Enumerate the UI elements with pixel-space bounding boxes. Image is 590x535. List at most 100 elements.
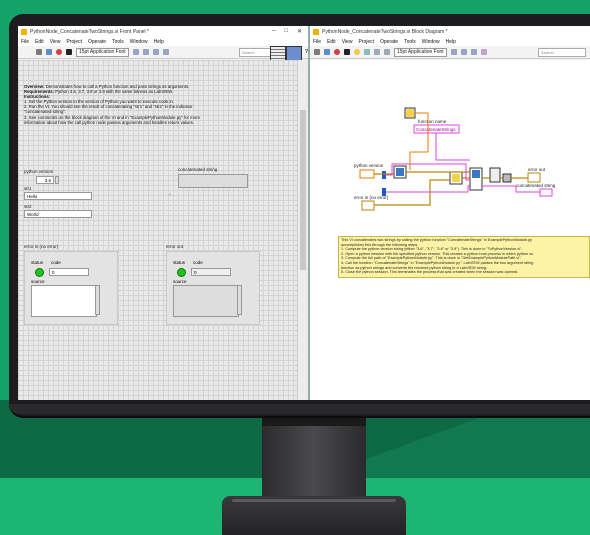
comment-line: 5. Close the python session. This termin… xyxy=(341,270,519,275)
step-into-icon[interactable] xyxy=(374,49,380,55)
menu-help[interactable]: Help xyxy=(446,39,456,45)
front-panel-description: Overview: Demonstrates how to call a Pyt… xyxy=(24,84,286,125)
search-input[interactable]: Search xyxy=(538,47,586,57)
python-logo-icon xyxy=(472,170,480,178)
distribute-icon[interactable] xyxy=(142,49,149,55)
str2-terminal[interactable] xyxy=(382,188,386,196)
python-logo-icon xyxy=(452,174,460,182)
error-in-code-field[interactable]: 0 xyxy=(49,268,89,276)
labview-app-icon xyxy=(313,28,319,35)
python-version-increment[interactable] xyxy=(55,176,59,184)
reorder-icon[interactable] xyxy=(470,49,477,55)
python-version-label: python version xyxy=(24,169,54,174)
error-out-code-field: 0 xyxy=(191,268,231,276)
minimize-button[interactable]: – xyxy=(272,28,275,35)
error-in-source-label: source xyxy=(31,279,45,284)
concatenated-string-terminal-label: concatenated string xyxy=(516,183,556,188)
front-panel-toolbar: 15pt Application Font Search ? xyxy=(18,46,308,59)
run-continuously-icon[interactable] xyxy=(324,49,330,55)
error-in-source-scrollbar[interactable] xyxy=(95,285,100,315)
error-in-cluster[interactable]: status code 0 source xyxy=(24,251,118,325)
str1-terminal[interactable] xyxy=(382,171,386,179)
step-over-icon[interactable] xyxy=(384,49,390,55)
menu-tools[interactable]: Tools xyxy=(404,39,416,45)
menu-window[interactable]: Window xyxy=(130,39,148,45)
reorder-icon[interactable] xyxy=(162,49,169,55)
menu-help[interactable]: Help xyxy=(154,39,164,45)
block-diagram-menubar: File Edit View Project Operate Tools Win… xyxy=(310,37,590,46)
menu-edit[interactable]: Edit xyxy=(35,39,44,45)
error-in-code-label: code xyxy=(51,260,61,265)
python-logo-icon xyxy=(396,168,404,176)
menu-file[interactable]: File xyxy=(313,39,321,45)
highlight-execution-icon[interactable] xyxy=(354,49,360,55)
abort-icon[interactable] xyxy=(56,49,62,55)
font-selector[interactable]: 15pt Application Font xyxy=(394,47,447,57)
merge-errors-node[interactable] xyxy=(502,173,512,183)
block-diagram-comment[interactable]: This VI concatenates two strings by call… xyxy=(338,236,590,278)
instruction-step: information about how the call python no… xyxy=(24,119,195,125)
scrollbar-thumb[interactable] xyxy=(300,110,306,270)
front-panel-titlebar: PythonNode_ConcatenateTwoStrings.vi Fron… xyxy=(18,26,308,37)
requirements-text: Python 3.6, 3.7, 3.8 or 3.9 with the sam… xyxy=(54,89,174,95)
menu-file[interactable]: File xyxy=(21,39,29,45)
menu-view[interactable]: View xyxy=(50,39,61,45)
error-out-source-scrollbar[interactable] xyxy=(237,285,242,315)
front-panel-window: PythonNode_ConcatenateTwoStrings.vi Fron… xyxy=(18,26,310,400)
block-diagram-canvas[interactable]: function name ConcatenateStrings python … xyxy=(310,60,590,400)
run-continuously-icon[interactable] xyxy=(46,49,52,55)
str2-label: str2 xyxy=(24,204,32,209)
error-out-terminal-label: error out xyxy=(528,167,546,172)
block-diagram-window: PythonNode_ConcatenateTwoStrings.vi Bloc… xyxy=(310,26,590,400)
error-in-label: error in (no error) xyxy=(24,244,59,249)
help-icon[interactable]: ? xyxy=(305,49,308,55)
menu-tools[interactable]: Tools xyxy=(112,39,124,45)
concatenated-string-terminal[interactable] xyxy=(539,188,553,197)
concatenated-string-indicator xyxy=(178,174,248,188)
python-version-terminal-label: python version xyxy=(354,163,384,168)
resize-icon[interactable] xyxy=(152,49,159,55)
retain-wire-values-icon[interactable] xyxy=(364,49,370,55)
close-button[interactable]: ✕ xyxy=(297,28,302,35)
str1-control[interactable]: Hello xyxy=(24,192,92,200)
error-out-label: error out xyxy=(166,244,184,249)
menu-window[interactable]: Window xyxy=(422,39,440,45)
menu-operate[interactable]: Operate xyxy=(380,39,398,45)
menu-edit[interactable]: Edit xyxy=(327,39,336,45)
block-diagram-title: PythonNode_ConcatenateTwoStrings.vi Bloc… xyxy=(322,28,448,35)
cleanup-diagram-icon[interactable] xyxy=(480,49,487,55)
window-controls: – □ ✕ xyxy=(272,28,308,35)
maximize-button[interactable]: □ xyxy=(284,28,288,35)
monitor-chin xyxy=(9,404,590,414)
error-in-source-field[interactable] xyxy=(31,285,97,317)
error-out-source-label: source xyxy=(173,279,187,284)
monitor-stand-neck xyxy=(262,414,366,502)
str2-control[interactable]: World xyxy=(24,210,92,218)
python-version-terminal[interactable] xyxy=(359,169,375,179)
error-in-terminal[interactable] xyxy=(361,200,375,211)
monitor-base-highlight xyxy=(232,499,396,502)
error-out-source-field xyxy=(173,285,239,317)
run-arrow-icon[interactable] xyxy=(36,49,42,55)
menu-project[interactable]: Project xyxy=(358,39,374,45)
error-in-status-led[interactable] xyxy=(35,268,44,277)
str1-label: str1 xyxy=(24,186,32,191)
pause-icon[interactable] xyxy=(344,49,350,55)
menu-operate[interactable]: Operate xyxy=(88,39,106,45)
concatenated-string-label: concatenated string xyxy=(178,167,218,172)
pause-icon[interactable] xyxy=(66,49,72,55)
error-in-status-label: status xyxy=(31,260,44,265)
run-arrow-icon[interactable] xyxy=(314,49,320,55)
align-icon[interactable] xyxy=(132,49,139,55)
front-panel-title: PythonNode_ConcatenateTwoStrings.vi Fron… xyxy=(30,28,149,35)
menu-view[interactable]: View xyxy=(342,39,353,45)
menu-project[interactable]: Project xyxy=(66,39,82,45)
font-selector[interactable]: 15pt Application Font xyxy=(76,47,129,57)
front-panel-scrollbar[interactable] xyxy=(297,60,308,400)
distribute-icon[interactable] xyxy=(460,49,467,55)
python-version-control[interactable]: 3.6 xyxy=(36,176,54,184)
abort-icon[interactable] xyxy=(334,49,340,55)
close-python-session-node[interactable] xyxy=(489,167,501,183)
align-icon[interactable] xyxy=(450,49,457,55)
error-out-terminal[interactable] xyxy=(527,172,541,183)
